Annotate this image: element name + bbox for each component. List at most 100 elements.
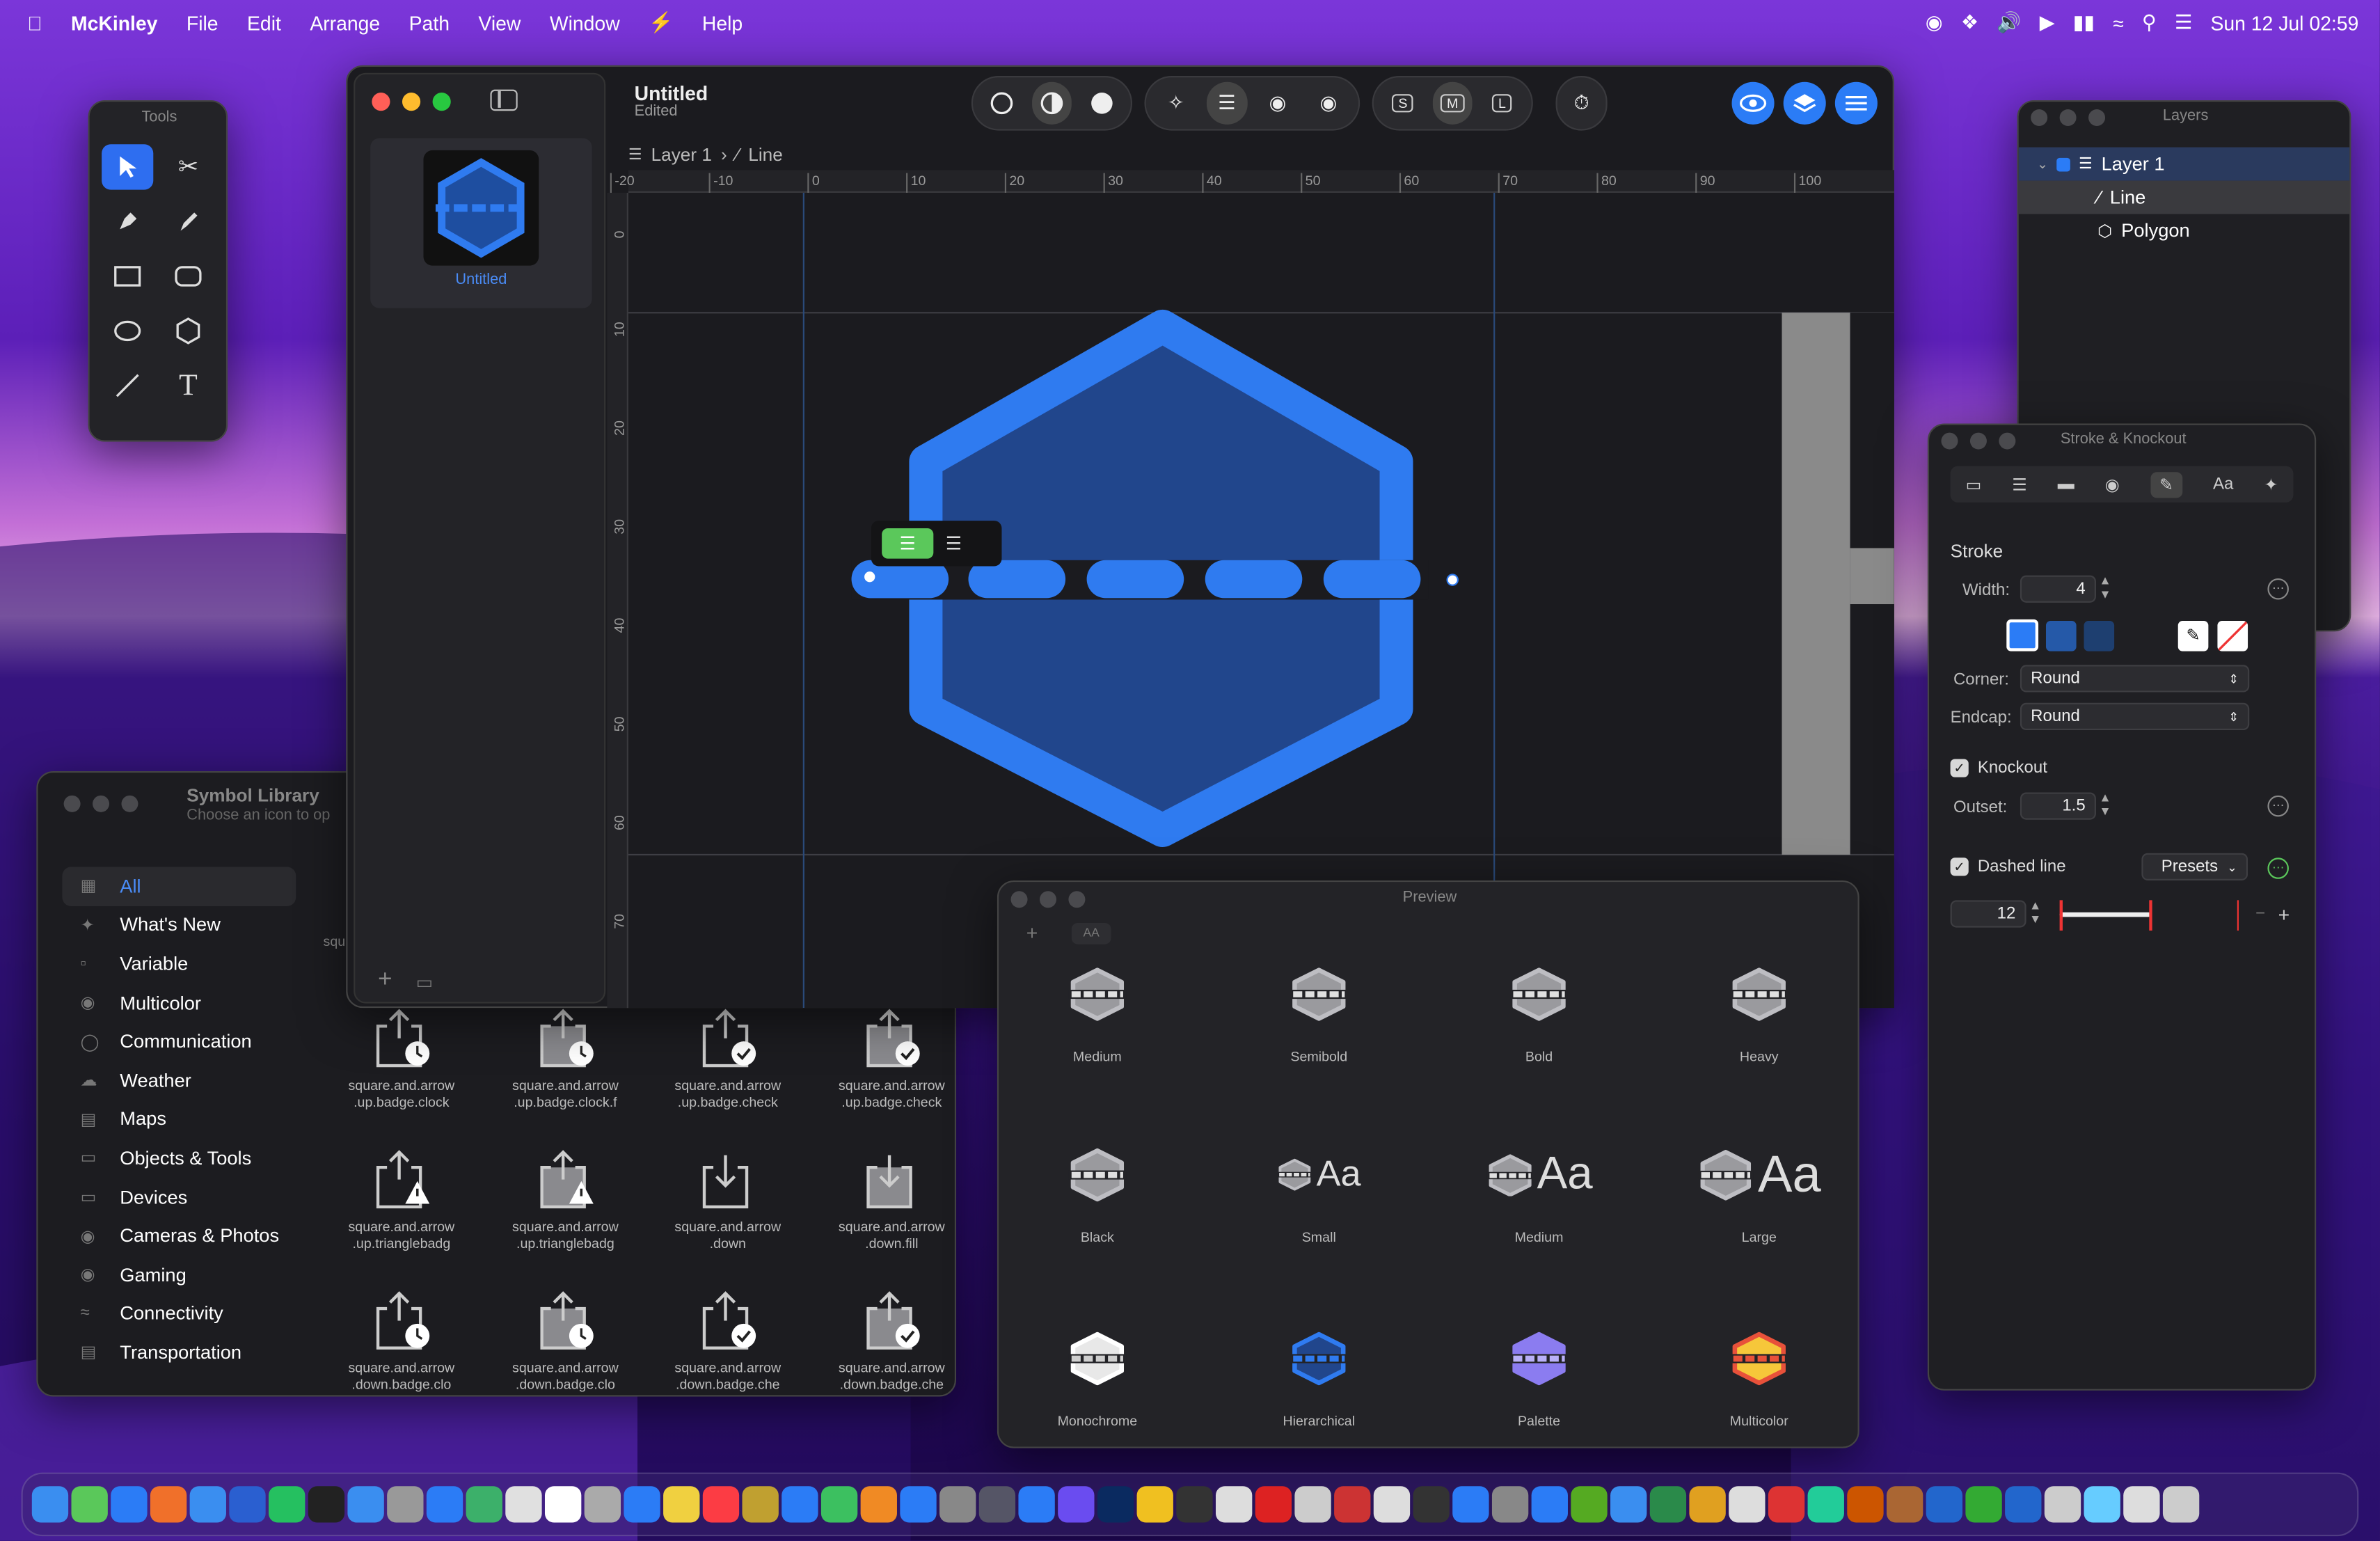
eyedropper-icon[interactable]: ✎: [2177, 621, 2209, 651]
dock-app-icon[interactable]: [1018, 1486, 1055, 1523]
preview-cell[interactable]: Aa Small: [1208, 1130, 1429, 1244]
symbol-cell[interactable]: square.and.arrow .up.badge.check: [648, 1008, 807, 1111]
preview-cell[interactable]: Heavy: [1649, 949, 1858, 1064]
preview-text-toggle[interactable]: AA: [1071, 923, 1111, 945]
tab-magic-icon[interactable]: ✦: [2264, 475, 2278, 494]
category-whats-new[interactable]: ✦ What's New: [62, 906, 296, 945]
dock-app-icon[interactable]: [1491, 1486, 1529, 1523]
dash-stepper[interactable]: ▲ ▼: [2029, 899, 2041, 926]
tab-document-icon[interactable]: ▭: [1966, 475, 1982, 494]
tab-layers-icon[interactable]: ☰: [2012, 475, 2027, 494]
ellipse-tool-button[interactable]: [102, 308, 153, 354]
polygon-tool-button[interactable]: [162, 308, 214, 354]
dock-app-icon[interactable]: [2162, 1486, 2200, 1523]
line-tool-button[interactable]: [102, 363, 153, 408]
dash-remove-button[interactable]: −: [2255, 905, 2265, 923]
dock-app-icon[interactable]: [702, 1486, 740, 1523]
menu-edit[interactable]: Edit: [247, 11, 281, 34]
volume-icon[interactable]: 🔊: [1997, 10, 2021, 35]
dock-app-icon[interactable]: [347, 1486, 384, 1523]
battery-icon[interactable]: ▮▮: [2073, 10, 2095, 35]
menubar-clock[interactable]: Sun 12 Jul 02:59: [2210, 11, 2358, 34]
dock-app-icon[interactable]: [820, 1486, 858, 1523]
outset-more-icon[interactable]: ⋯: [2267, 795, 2289, 817]
dock-app-icon[interactable]: [505, 1486, 542, 1523]
symbol-cell[interactable]: square.and.arrow .down.fill: [812, 1149, 955, 1252]
dock-app-icon[interactable]: [624, 1486, 660, 1523]
dock-app-icon[interactable]: [1926, 1486, 1963, 1523]
preview-cell[interactable]: Hierarchical: [1208, 1313, 1429, 1428]
dock-app-icon[interactable]: [1610, 1486, 1647, 1523]
layer-row-polygon[interactable]: ⬡ Polygon: [2019, 214, 2349, 248]
preview-cell[interactable]: Medium: [999, 949, 1208, 1064]
preview-cell[interactable]: Bold: [1428, 949, 1649, 1064]
document-thumbnail[interactable]: Untitled: [370, 138, 592, 308]
preview-cell[interactable]: Aa Medium: [1428, 1130, 1649, 1244]
tab-knockout-icon[interactable]: ◉: [2105, 475, 2120, 494]
dock-app-icon[interactable]: [1255, 1486, 1292, 1523]
dock-app-icon[interactable]: [742, 1486, 779, 1523]
minimize-button[interactable]: [93, 795, 110, 812]
dock-app-icon[interactable]: [1571, 1486, 1608, 1523]
dock-app-icon[interactable]: [2005, 1486, 2042, 1523]
dock-app-icon[interactable]: [2123, 1486, 2160, 1523]
apple-icon[interactable]: : [27, 11, 42, 34]
breadcrumb-line[interactable]: Line: [748, 144, 782, 166]
dashed-line-checkbox[interactable]: ✓ Dashed line: [1950, 858, 2066, 876]
symbol-cell[interactable]: square.and.arrow .down.badge.clo: [322, 1290, 481, 1393]
fill-mode-button[interactable]: [1081, 82, 1122, 125]
category-gaming[interactable]: ◉ Gaming: [62, 1256, 296, 1295]
symbol-cell[interactable]: square.and.arrow .down.badge.che: [812, 1290, 955, 1393]
symbol-cell[interactable]: square.and.arrow .up.badge.clock.f: [486, 1008, 645, 1111]
dock-app-icon[interactable]: [2084, 1486, 2120, 1523]
dock-app-icon[interactable]: [426, 1486, 463, 1523]
sidebar-toggle-icon[interactable]: [490, 89, 518, 111]
tab-stroke-icon[interactable]: ▬: [2058, 475, 2074, 493]
dock-app-icon[interactable]: [544, 1486, 582, 1523]
dock-app-icon[interactable]: [978, 1486, 1016, 1523]
menu-file[interactable]: File: [187, 11, 219, 34]
symbol-cell[interactable]: square.and.arrow .up.badge.clock: [322, 1008, 481, 1111]
dash-more-icon[interactable]: ⋯: [2267, 858, 2289, 879]
select-tool-button[interactable]: [102, 144, 154, 190]
category-weather[interactable]: ☁ Weather: [62, 1061, 296, 1100]
play-icon[interactable]: ▶: [2040, 10, 2055, 35]
size-large-button[interactable]: L: [1482, 82, 1522, 125]
outline-mode-button[interactable]: [982, 82, 1022, 125]
dock-app-icon[interactable]: [782, 1486, 818, 1523]
rectangle-tool-button[interactable]: [102, 253, 153, 299]
dash-slider[interactable]: [2059, 912, 2151, 917]
dock-app-icon[interactable]: [1136, 1486, 1173, 1523]
category-connectivity[interactable]: ≈ Connectivity: [62, 1294, 296, 1333]
pin-icon[interactable]: ✧: [1155, 82, 1197, 125]
dock-app-icon[interactable]: [1649, 1486, 1687, 1523]
horizontal-ruler[interactable]: -20 -10 0 10 20 30 40 50 60 70 80 90 100: [610, 170, 1894, 193]
dock-app-icon[interactable]: [387, 1486, 424, 1523]
endcap-select[interactable]: Round ⇕: [2020, 702, 2250, 731]
add-page-button[interactable]: +: [378, 967, 392, 994]
menu-path[interactable]: Path: [409, 11, 450, 34]
dock-app-icon[interactable]: [1729, 1486, 1766, 1523]
outset-stepper[interactable]: ▲ ▼: [2099, 791, 2111, 818]
menu-window[interactable]: Window: [550, 11, 620, 34]
text-tool-button[interactable]: T: [162, 363, 214, 408]
dash-add-button[interactable]: +: [2278, 903, 2290, 926]
search-icon[interactable]: ⚲: [2142, 10, 2157, 35]
menu-app-name[interactable]: McKinley: [71, 11, 157, 34]
dock-app-icon[interactable]: [150, 1486, 187, 1523]
dock-app-icon[interactable]: [1373, 1486, 1411, 1523]
dock-app-icon[interactable]: [2044, 1486, 2081, 1523]
dock-app-icon[interactable]: [31, 1486, 69, 1523]
stroke-swatch-1[interactable]: [2006, 619, 2039, 651]
dock-app-icon[interactable]: [1768, 1486, 1805, 1523]
outset-field[interactable]: 1.5: [2020, 792, 2096, 820]
category-devices[interactable]: ▭ Devices: [62, 1178, 296, 1217]
zoom-button[interactable]: [432, 93, 451, 111]
dock-app-icon[interactable]: [1531, 1486, 1568, 1523]
dropbox-icon[interactable]: ❖: [1961, 10, 1978, 35]
dock-app-icon[interactable]: [663, 1486, 700, 1523]
menu-view[interactable]: View: [478, 11, 521, 34]
menu-arrange[interactable]: Arrange: [310, 11, 380, 34]
symbol-cell[interactable]: square.and.arrow .down.badge.che: [648, 1290, 807, 1393]
symbol-cell[interactable]: square.and.arrow .down.badge.clo: [486, 1290, 645, 1393]
